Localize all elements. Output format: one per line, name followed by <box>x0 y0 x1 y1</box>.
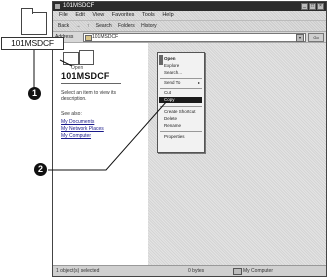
menu-item-search[interactable]: Search... <box>164 70 202 76</box>
address-bar: Address 101MSDCF ▾ Go <box>53 31 326 43</box>
menu-item-create-shortcut[interactable]: Create Shortcut <box>164 109 202 115</box>
menu-view[interactable]: View <box>92 12 104 18</box>
menu-file[interactable]: File <box>59 12 68 18</box>
menu-item-rename[interactable]: Rename <box>164 123 202 129</box>
web-view-pane: Open 101MSDCF Select an item to view its… <box>53 43 148 266</box>
minimize-button[interactable]: _ <box>301 3 308 10</box>
maximize-button[interactable]: □ <box>309 3 316 10</box>
window-controls: _ □ × <box>301 3 324 10</box>
status-location: My Computer <box>243 268 274 274</box>
address-dropdown-icon[interactable]: ▾ <box>296 34 304 42</box>
folders-button[interactable]: Folders <box>118 23 135 29</box>
menu-edit[interactable]: Edit <box>75 12 84 18</box>
history-button[interactable]: History <box>141 23 157 29</box>
status-size: 0 bytes <box>188 268 205 274</box>
status-selection: 1 object(s) selected <box>56 268 100 274</box>
menu-default-marker <box>159 55 163 65</box>
submenu-arrow-icon: ▸ <box>197 80 200 85</box>
close-button[interactable]: × <box>317 3 324 10</box>
menu-item-properties[interactable]: Properties <box>164 134 202 140</box>
link-my-documents[interactable]: My Documents <box>61 119 94 125</box>
menu-separator <box>160 88 202 89</box>
computer-icon <box>233 268 242 275</box>
back-button[interactable]: Back <box>58 23 69 29</box>
forward-button[interactable]: → <box>76 23 81 29</box>
menu-help[interactable]: Help <box>162 12 173 18</box>
folder-icon <box>63 52 79 65</box>
marker-2: 2 <box>34 163 47 176</box>
search-button[interactable]: Search <box>96 23 112 29</box>
divider <box>61 83 121 84</box>
menu-item-delete[interactable]: Delete <box>164 116 202 122</box>
menu-item-cut[interactable]: Cut <box>164 90 202 96</box>
up-button[interactable]: ↑ <box>87 23 90 29</box>
menu-bar: File Edit View Favorites Tools Help <box>53 11 326 20</box>
address-input[interactable]: 101MSDCF <box>83 33 306 42</box>
description-text: Select an item to view its description. <box>61 90 117 102</box>
menu-item-explore[interactable]: Explore <box>164 63 202 69</box>
menu-item-send-to[interactable]: Send To ▸ <box>164 80 202 86</box>
menu-separator <box>160 78 202 79</box>
go-button[interactable]: Go <box>308 33 324 42</box>
link-my-network-places[interactable]: My Network Places <box>61 126 104 132</box>
menu-tools[interactable]: Tools <box>142 12 155 18</box>
see-also-label: See also: <box>61 111 82 117</box>
menu-favorites[interactable]: Favorites <box>112 12 135 18</box>
menu-separator <box>160 106 202 107</box>
folder-callout-label: 101MSDCF <box>1 37 64 50</box>
window-title: 101MSDCF <box>63 3 95 9</box>
folder-icon <box>85 35 92 41</box>
menu-separator <box>160 131 202 132</box>
status-bar: 1 object(s) selected 0 bytes My Computer <box>53 265 326 276</box>
title-bar[interactable]: 101MSDCF _ □ × <box>53 2 326 11</box>
document-icon <box>79 50 94 65</box>
folder-callout-icon <box>21 8 47 35</box>
menu-item-copy[interactable]: Copy <box>159 97 202 103</box>
folder-heading: 101MSDCF <box>61 71 110 81</box>
address-value: 101MSDCF <box>92 34 119 40</box>
menu-item-open[interactable]: Open <box>164 56 202 62</box>
folder-icon <box>55 4 60 9</box>
marker-1: 1 <box>28 87 41 100</box>
link-my-computer[interactable]: My Computer <box>61 133 91 139</box>
context-menu: Open Explore Search... Send To ▸ Cut Copy… <box>157 52 205 153</box>
